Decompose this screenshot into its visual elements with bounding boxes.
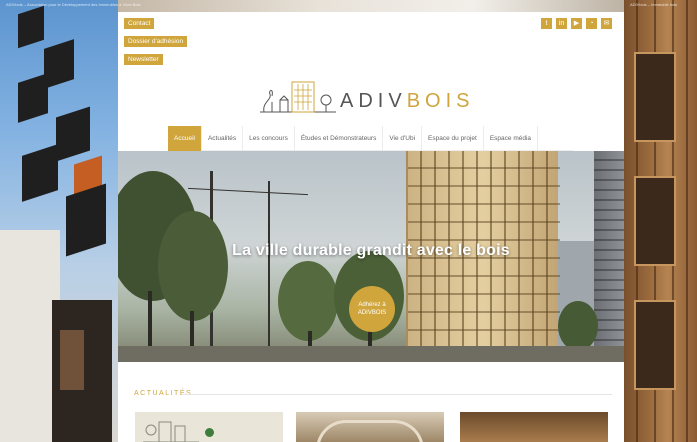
nav-item-vie-dubi[interactable]: Vie d'Ubi — [383, 126, 423, 151]
nav-item-actualites[interactable]: Actualités — [202, 126, 244, 151]
news-card-arch — [316, 420, 424, 442]
rss-icon[interactable]: ◔ — [586, 18, 597, 29]
hero-title: La ville durable grandit avec le bois — [232, 242, 510, 259]
nav-item-espace-media[interactable]: Espace média — [484, 126, 539, 151]
news-section-divider — [182, 394, 612, 395]
background-photo-right — [624, 0, 697, 442]
social-links: t in ▶ ◔ ✉ — [541, 18, 612, 29]
news-card[interactable] — [296, 412, 444, 442]
hero-photo-tree — [158, 211, 228, 321]
contact-button[interactable]: Contact — [124, 18, 155, 29]
logo-adiv: ADIV — [340, 90, 407, 112]
hero-banner: La ville durable grandit avec le bois Ad… — [118, 151, 624, 362]
news-card-illustration-icon — [143, 421, 199, 442]
hero-photo-pole — [268, 181, 270, 351]
nav-item-etudes-demonstrateurs[interactable]: Études et Démonstrateurs — [295, 126, 384, 151]
window-title-left: ADIVbois – Association pour le Développe… — [6, 2, 141, 7]
news-card[interactable] — [135, 412, 283, 442]
hero-photo-tree — [278, 261, 338, 341]
youtube-icon[interactable]: ▶ — [571, 18, 582, 29]
nav-item-les-concours[interactable]: Les concours — [243, 126, 295, 151]
nav-item-espace-du-projet[interactable]: Espace du projet — [422, 126, 484, 151]
nav-item-accueil[interactable]: Accueil — [168, 126, 202, 151]
web-page: Contact Dossier d'adhésion Newsletter t … — [118, 12, 624, 442]
logo-bois: BOIS — [406, 90, 475, 112]
hero-title-emphasis: grandit — [356, 242, 413, 259]
linkedin-icon[interactable]: in — [556, 18, 567, 29]
news-card-badge-icon — [205, 428, 214, 437]
site-logo[interactable]: ADIVBOIS — [258, 72, 488, 118]
mail-icon[interactable]: ✉ — [601, 18, 612, 29]
hero-photo-wire — [188, 187, 308, 196]
logo-wordmark: ADIVBOIS — [340, 90, 474, 113]
hero-photo-trunk — [148, 291, 152, 351]
twitter-icon[interactable]: t — [541, 18, 552, 29]
background-photo-left — [0, 0, 118, 442]
membership-doc-button[interactable]: Dossier d'adhésion — [124, 36, 188, 47]
newsletter-button[interactable]: Newsletter — [124, 54, 163, 65]
hero-photo-tree — [558, 301, 598, 351]
window-title-right: ADIVbois – Immeuble bois — [630, 2, 678, 7]
main-nav: Accueil Actualités Les concours Études e… — [168, 126, 573, 151]
join-button[interactable]: Adhérez à ADIVBOIS — [349, 286, 395, 332]
logo-illustration-icon — [260, 81, 336, 113]
hero-photo-trunk — [190, 311, 194, 351]
hero-photo-road — [118, 346, 624, 362]
background-photo-top — [118, 0, 624, 12]
news-card[interactable] — [460, 412, 608, 442]
